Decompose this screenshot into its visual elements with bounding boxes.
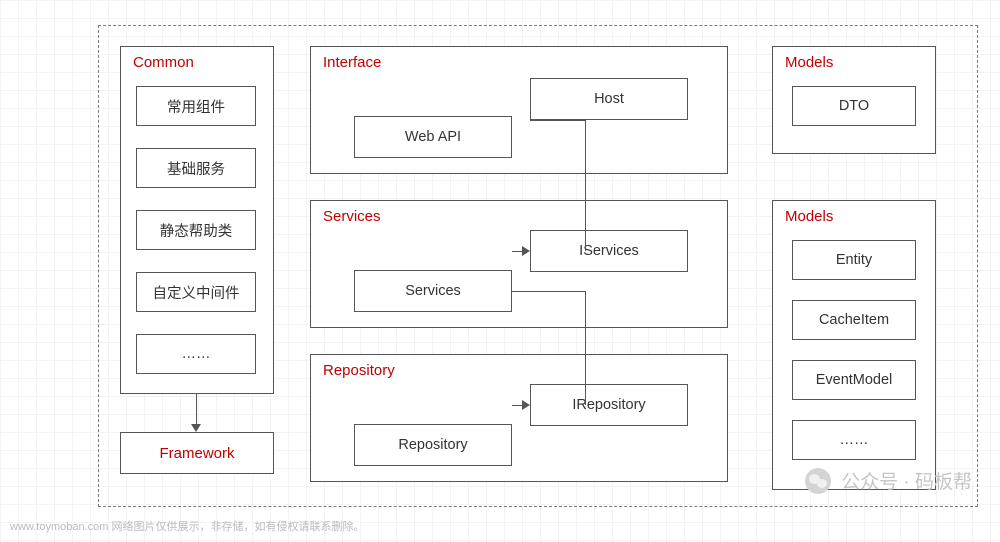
wechat-icon — [805, 468, 831, 494]
iservices-box: IServices — [530, 230, 688, 272]
dto-box: DTO — [792, 86, 916, 126]
interface-title: Interface — [311, 47, 727, 78]
wechat-text: 公众号 · 码板帮 — [841, 467, 972, 494]
models2-item-1: CacheItem — [792, 300, 916, 340]
arrowhead-services-iservices — [522, 246, 530, 256]
arrowhead-repo-irepo — [522, 400, 530, 410]
arrow-common-framework — [196, 394, 197, 425]
host-box: Host — [530, 78, 688, 120]
arrow-webapi-iservices-h — [530, 120, 585, 121]
models2-item-3: …… — [792, 420, 916, 460]
services-box: Services — [354, 270, 512, 312]
framework-box: Framework — [120, 432, 274, 474]
common-item-1: 基础服务 — [136, 148, 256, 188]
common-title: Common — [121, 47, 273, 78]
common-item-2: 静态帮助类 — [136, 210, 256, 250]
site-watermark: www.toymoban.com 网络图片仅供展示，非存储，如有侵权请联系删除。 — [10, 518, 364, 534]
models2-item-0: Entity — [792, 240, 916, 280]
models2-title: Models — [773, 201, 935, 232]
models1-title: Models — [773, 47, 935, 78]
common-item-0: 常用组件 — [136, 86, 256, 126]
framework-label: Framework — [159, 445, 234, 462]
services-title: Services — [311, 201, 727, 232]
repository-box: Repository — [354, 424, 512, 466]
common-item-3: 自定义中间件 — [136, 272, 256, 312]
arrow-services-irepo-v — [585, 291, 586, 405]
repository-title: Repository — [311, 355, 727, 386]
arrowhead-common-framework — [191, 424, 201, 432]
arrow-webapi-iservices-v — [585, 120, 586, 251]
arrow-services-irepo-h1 — [512, 291, 585, 292]
wechat-watermark: 公众号 · 码板帮 — [805, 467, 972, 494]
webapi-box: Web API — [354, 116, 512, 158]
common-item-4: …… — [136, 334, 256, 374]
models2-item-2: EventModel — [792, 360, 916, 400]
irepository-box: IRepository — [530, 384, 688, 426]
